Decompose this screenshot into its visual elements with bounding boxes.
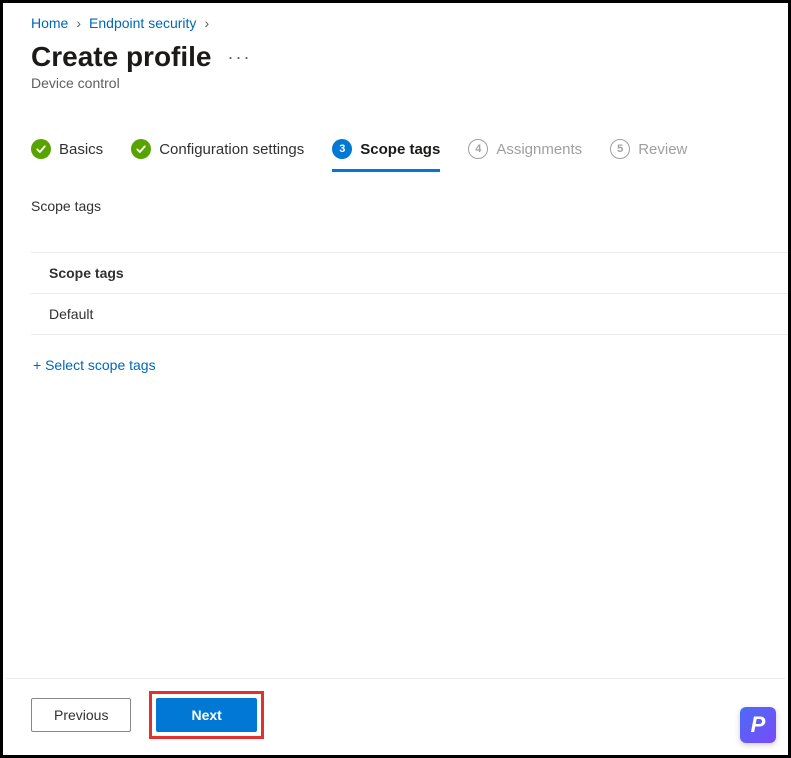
step-assignments[interactable]: 4 Assignments: [468, 139, 582, 172]
step-number-icon: 4: [468, 139, 488, 159]
chevron-right-icon: ›: [204, 15, 209, 31]
section-heading: Scope tags: [31, 198, 788, 214]
step-label: Configuration settings: [159, 141, 304, 158]
table-header: Scope tags: [31, 253, 788, 294]
brand-logo: P: [740, 707, 776, 743]
footer-actions: Previous Next: [31, 691, 264, 739]
select-scope-tags-link[interactable]: + Select scope tags: [33, 357, 788, 373]
step-review[interactable]: 5 Review: [610, 139, 687, 172]
annotation-highlight: Next: [149, 691, 263, 739]
step-basics[interactable]: Basics: [31, 139, 103, 172]
step-configuration-settings[interactable]: Configuration settings: [131, 139, 304, 172]
step-number-icon: 3: [332, 139, 352, 159]
step-label: Review: [638, 141, 687, 158]
step-number-icon: 5: [610, 139, 630, 159]
step-label: Basics: [59, 141, 103, 158]
page-title: Create profile: [31, 41, 212, 73]
breadcrumb-endpoint-security[interactable]: Endpoint security: [89, 15, 196, 31]
next-button[interactable]: Next: [156, 698, 256, 732]
step-label: Scope tags: [360, 141, 440, 158]
step-scope-tags[interactable]: 3 Scope tags: [332, 139, 440, 172]
previous-button[interactable]: Previous: [31, 698, 131, 732]
wizard-steps: Basics Configuration settings 3 Scope ta…: [31, 139, 788, 178]
chevron-right-icon: ›: [76, 15, 81, 31]
breadcrumb: Home › Endpoint security ›: [31, 15, 788, 31]
step-label: Assignments: [496, 141, 582, 158]
table-row[interactable]: Default: [31, 294, 788, 335]
footer-divider: [6, 678, 785, 679]
checkmark-icon: [131, 139, 151, 159]
breadcrumb-home[interactable]: Home: [31, 15, 68, 31]
scope-tags-table: Scope tags Default: [31, 252, 788, 335]
page-subtitle: Device control: [31, 75, 788, 91]
more-actions-button[interactable]: ···: [228, 47, 252, 68]
checkmark-icon: [31, 139, 51, 159]
